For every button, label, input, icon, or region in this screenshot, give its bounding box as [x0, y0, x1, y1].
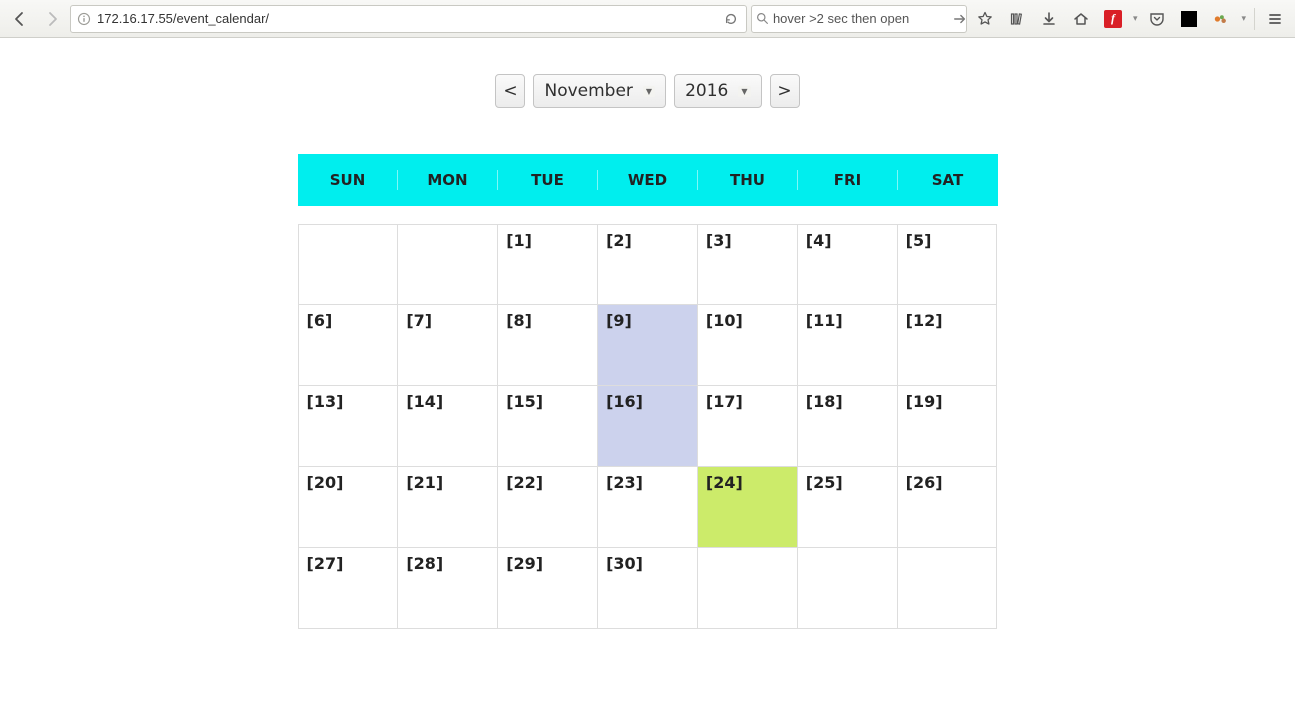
search-go-button[interactable]	[953, 12, 967, 26]
calendar-day-cell[interactable]: [9]	[598, 305, 698, 386]
chevron-down-icon: ▼	[643, 86, 655, 97]
dropdown-caret-icon[interactable]: ▾	[1131, 14, 1140, 24]
calendar-day-cell[interactable]: [24]	[698, 467, 798, 548]
calendar-day-cell[interactable]: [4]	[798, 224, 898, 305]
chevron-down-icon: ▼	[738, 86, 750, 97]
calendar-day-cell[interactable]: [16]	[598, 386, 698, 467]
day-header: SUN	[298, 154, 398, 206]
calendar-empty-cell	[398, 224, 498, 305]
calendar-day-cell[interactable]: [25]	[798, 467, 898, 548]
forward-button[interactable]	[38, 5, 66, 33]
month-select-value: November	[544, 81, 632, 101]
calendar-nav: < November ▼ 2016 ▼ >	[0, 74, 1295, 108]
reload-button[interactable]	[720, 12, 742, 26]
month-select[interactable]: November ▼	[533, 74, 666, 108]
calendar-day-cell[interactable]: [22]	[498, 467, 598, 548]
calendar: SUN MON TUE WED THU FRI SAT [1][2][3][4]…	[298, 154, 998, 629]
calendar-day-cell[interactable]: [10]	[698, 305, 798, 386]
calendar-day-cell[interactable]: [1]	[498, 224, 598, 305]
calendar-day-cell[interactable]: [6]	[299, 305, 399, 386]
calendar-empty-cell	[698, 548, 798, 629]
calendar-day-cell[interactable]: [3]	[698, 224, 798, 305]
page-content: < November ▼ 2016 ▼ > SUN MON TUE WED TH…	[0, 38, 1295, 629]
calendar-day-cell[interactable]: [14]	[398, 386, 498, 467]
library-button[interactable]	[1003, 5, 1031, 33]
day-header: FRI	[798, 154, 898, 206]
day-header: MON	[398, 154, 498, 206]
calendar-day-cell[interactable]: [20]	[299, 467, 399, 548]
calendar-day-cell[interactable]: [28]	[398, 548, 498, 629]
calendar-day-cell[interactable]: [7]	[398, 305, 498, 386]
flash-plugin-icon[interactable]: f	[1099, 5, 1127, 33]
extension-black-icon[interactable]	[1175, 5, 1203, 33]
calendar-day-cell[interactable]: [13]	[299, 386, 399, 467]
downloads-button[interactable]	[1035, 5, 1063, 33]
calendar-empty-cell	[898, 548, 998, 629]
year-select-value: 2016	[685, 81, 728, 101]
back-button[interactable]	[6, 5, 34, 33]
day-header: THU	[698, 154, 798, 206]
calendar-day-cell[interactable]: [11]	[798, 305, 898, 386]
day-header: SAT	[898, 154, 998, 206]
address-bar[interactable]	[70, 5, 747, 33]
calendar-day-cell[interactable]: [27]	[299, 548, 399, 629]
year-select[interactable]: 2016 ▼	[674, 74, 761, 108]
calendar-day-cell[interactable]: [17]	[698, 386, 798, 467]
search-icon	[756, 12, 769, 25]
calendar-grid: [1][2][3][4][5][6][7][8][9][10][11][12][…	[298, 224, 998, 629]
calendar-day-cell[interactable]: [18]	[798, 386, 898, 467]
calendar-day-cell[interactable]: [30]	[598, 548, 698, 629]
prev-month-button[interactable]: <	[495, 74, 525, 108]
browser-toolbar: f ▾ ▾	[0, 0, 1295, 38]
calendar-empty-cell	[798, 548, 898, 629]
calendar-day-cell[interactable]: [5]	[898, 224, 998, 305]
calendar-day-header-row: SUN MON TUE WED THU FRI SAT	[298, 154, 998, 206]
day-header: TUE	[498, 154, 598, 206]
calendar-day-cell[interactable]: [21]	[398, 467, 498, 548]
bookmark-star-button[interactable]	[971, 5, 999, 33]
toolbar-separator	[1254, 8, 1255, 30]
pocket-button[interactable]	[1143, 5, 1171, 33]
calendar-day-cell[interactable]: [29]	[498, 548, 598, 629]
next-month-button[interactable]: >	[770, 74, 800, 108]
calendar-day-cell[interactable]: [26]	[898, 467, 998, 548]
calendar-day-cell[interactable]: [15]	[498, 386, 598, 467]
dropdown-caret-icon[interactable]: ▾	[1239, 14, 1248, 24]
site-info-icon[interactable]	[77, 12, 91, 26]
url-input[interactable]	[97, 11, 720, 26]
calendar-empty-cell	[299, 224, 399, 305]
hamburger-menu-button[interactable]	[1261, 5, 1289, 33]
home-button[interactable]	[1067, 5, 1095, 33]
day-header: WED	[598, 154, 698, 206]
calendar-day-cell[interactable]: [19]	[898, 386, 998, 467]
calendar-day-cell[interactable]: [12]	[898, 305, 998, 386]
calendar-day-cell[interactable]: [8]	[498, 305, 598, 386]
search-input[interactable]	[773, 11, 949, 26]
calendar-day-cell[interactable]: [2]	[598, 224, 698, 305]
calendar-day-cell[interactable]: [23]	[598, 467, 698, 548]
extension-color-icon[interactable]	[1207, 5, 1235, 33]
search-bar[interactable]	[751, 5, 967, 33]
